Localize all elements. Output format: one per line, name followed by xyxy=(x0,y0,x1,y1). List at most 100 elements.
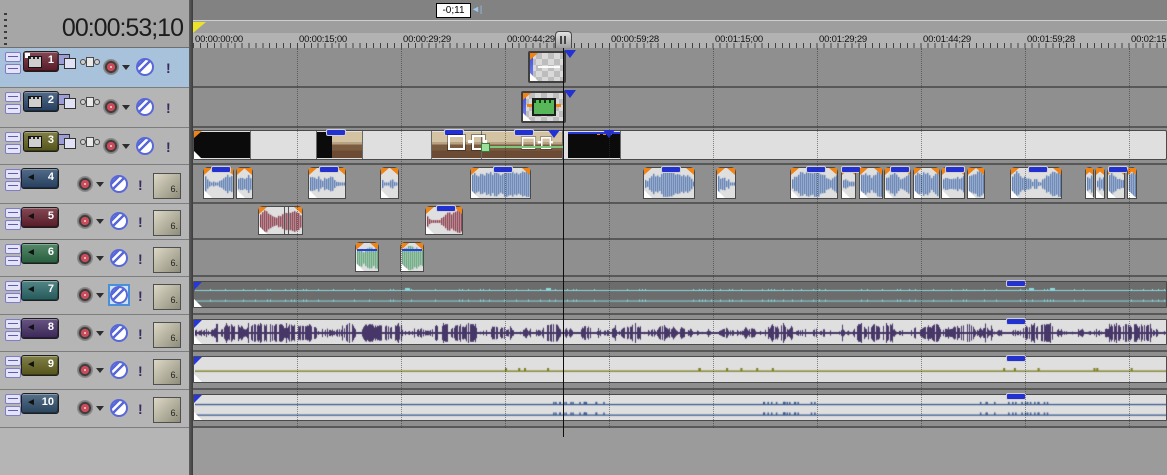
automation-settings-gear-icon[interactable] xyxy=(78,288,92,302)
fade-out-handle[interactable] xyxy=(1053,168,1061,175)
mute-button[interactable] xyxy=(110,323,128,342)
playhead-handle[interactable] xyxy=(555,31,572,48)
panel-grip-handle[interactable] xyxy=(4,13,7,47)
track-restore-button[interactable] xyxy=(5,331,21,341)
automation-settings-gear-icon[interactable] xyxy=(104,138,118,153)
track-restore-button[interactable] xyxy=(5,104,21,114)
compositing-mode-icon[interactable] xyxy=(58,94,76,109)
timeline-event[interactable] xyxy=(790,166,838,199)
track-number-badge[interactable]: ◄ 5 xyxy=(21,207,59,228)
automation-settings-gear-icon[interactable] xyxy=(78,176,92,191)
timeline-event[interactable] xyxy=(1107,166,1128,199)
automation-settings-gear-icon[interactable] xyxy=(78,401,92,415)
loop-region-start-marker[interactable] xyxy=(193,22,206,33)
fade-in-handle[interactable] xyxy=(1011,168,1019,175)
fade-out-handle[interactable] xyxy=(1085,168,1093,175)
fade-out-handle[interactable] xyxy=(522,168,530,175)
timeline-event[interactable] xyxy=(258,206,303,235)
mute-button[interactable] xyxy=(136,136,154,155)
track-restore-button[interactable] xyxy=(5,220,21,230)
track-minimize-button[interactable] xyxy=(5,319,21,329)
solo-button[interactable]: ! xyxy=(138,402,143,416)
timeline-event[interactable] xyxy=(355,242,379,272)
track-lane-2[interactable] xyxy=(189,88,1167,128)
fade-out-handle[interactable] xyxy=(727,168,735,175)
fade-out-handle[interactable] xyxy=(976,168,984,175)
automation-dropdown-arrow-icon[interactable] xyxy=(122,143,130,149)
timeline-event[interactable] xyxy=(400,242,424,272)
automation-dropdown-arrow-icon[interactable] xyxy=(96,219,104,224)
solo-button[interactable]: ! xyxy=(138,289,143,303)
timeline-event[interactable] xyxy=(193,129,1167,160)
mute-button[interactable] xyxy=(110,212,128,230)
mute-button[interactable] xyxy=(110,399,128,417)
track-fader[interactable]: 6. xyxy=(153,397,181,423)
timeline-event[interactable] xyxy=(425,205,463,235)
fade-out-handle[interactable] xyxy=(829,168,837,175)
track-restore-button[interactable] xyxy=(5,181,21,191)
fade-out-handle[interactable] xyxy=(370,243,378,250)
track-restore-button[interactable] xyxy=(5,64,21,74)
time-ruler[interactable]: 00:00:00;00 00:00:15;00 00:00:29;29 00:00:4… xyxy=(189,33,1167,49)
track-restore-button[interactable] xyxy=(5,368,21,378)
compositing-mode-icon[interactable] xyxy=(58,134,76,149)
fade-in-handle[interactable] xyxy=(401,243,409,250)
timeline-event[interactable] xyxy=(859,167,883,199)
track-header-8[interactable]: ◄ 8! 6. xyxy=(0,315,189,352)
track-number-badge[interactable]: 2 xyxy=(23,91,59,112)
mute-button[interactable] xyxy=(108,284,130,306)
track-header-2[interactable]: 2! xyxy=(0,88,189,128)
automation-settings-gear-icon[interactable] xyxy=(104,60,118,74)
automation-dropdown-arrow-icon[interactable] xyxy=(96,293,104,298)
marker-bar[interactable] xyxy=(189,21,1167,33)
automation-dropdown-arrow-icon[interactable] xyxy=(96,255,104,261)
timeline-event[interactable] xyxy=(528,51,566,83)
fade-out-handle[interactable] xyxy=(1128,168,1136,175)
track-header-10[interactable]: ◄ 10! 6. xyxy=(0,390,189,428)
compositing-mode-icon[interactable] xyxy=(58,54,76,69)
track-restore-button[interactable] xyxy=(5,406,21,416)
track-number-badge[interactable]: ◄ 9 xyxy=(21,355,59,376)
automation-dropdown-arrow-icon[interactable] xyxy=(96,181,104,187)
fade-in-handle[interactable] xyxy=(968,168,976,175)
fade-out-handle[interactable] xyxy=(1096,168,1104,175)
fade-in-handle[interactable] xyxy=(309,168,317,175)
track-number-badge[interactable]: ◄ 7 xyxy=(21,280,59,301)
velocity-envelope-line[interactable] xyxy=(481,143,564,153)
track-minimize-button[interactable] xyxy=(5,281,21,291)
timeline-event[interactable] xyxy=(308,166,346,199)
track-lane-6[interactable] xyxy=(189,240,1167,277)
pan-crop-icon[interactable] xyxy=(447,134,466,151)
fade-in-handle[interactable] xyxy=(381,168,389,175)
fade-out-handle[interactable] xyxy=(686,168,694,175)
timeline-event[interactable] xyxy=(941,166,965,199)
track-minimize-button[interactable] xyxy=(5,394,21,404)
track-restore-button[interactable] xyxy=(5,256,21,266)
timeline-event[interactable] xyxy=(1010,166,1062,199)
solo-button[interactable]: ! xyxy=(138,178,143,192)
track-lane-1[interactable] xyxy=(189,48,1167,88)
track-minimize-button[interactable] xyxy=(5,208,21,218)
automation-dropdown-arrow-icon[interactable] xyxy=(122,105,130,110)
timeline-event[interactable] xyxy=(470,166,531,199)
solo-button[interactable]: ! xyxy=(138,364,143,378)
track-minimize-button[interactable] xyxy=(5,169,21,179)
track-header-9[interactable]: ◄ 9! 6. xyxy=(0,352,189,390)
track-number-badge[interactable]: ◄ 6 xyxy=(21,243,59,264)
track-number-badge[interactable]: ◄ 10 xyxy=(21,393,59,414)
automation-settings-gear-icon[interactable] xyxy=(78,325,92,340)
mute-button[interactable] xyxy=(110,174,128,193)
track-minimize-button[interactable] xyxy=(5,356,21,366)
track-header-7[interactable]: ◄ 7! 6. xyxy=(0,277,189,315)
solo-button[interactable]: ! xyxy=(138,327,143,341)
fade-in-handle[interactable] xyxy=(530,53,538,60)
automation-settings-gear-icon[interactable] xyxy=(78,363,92,377)
track-header-1[interactable]: 1! xyxy=(0,48,189,88)
automation-dropdown-arrow-icon[interactable] xyxy=(96,368,104,373)
fade-out-handle[interactable] xyxy=(244,168,252,175)
mute-button[interactable] xyxy=(136,58,154,76)
mute-button[interactable] xyxy=(136,98,154,116)
fade-in-handle[interactable] xyxy=(194,131,202,138)
track-header-6[interactable]: ◄ 6! 6. xyxy=(0,240,189,277)
fade-in-handle[interactable] xyxy=(259,207,267,214)
